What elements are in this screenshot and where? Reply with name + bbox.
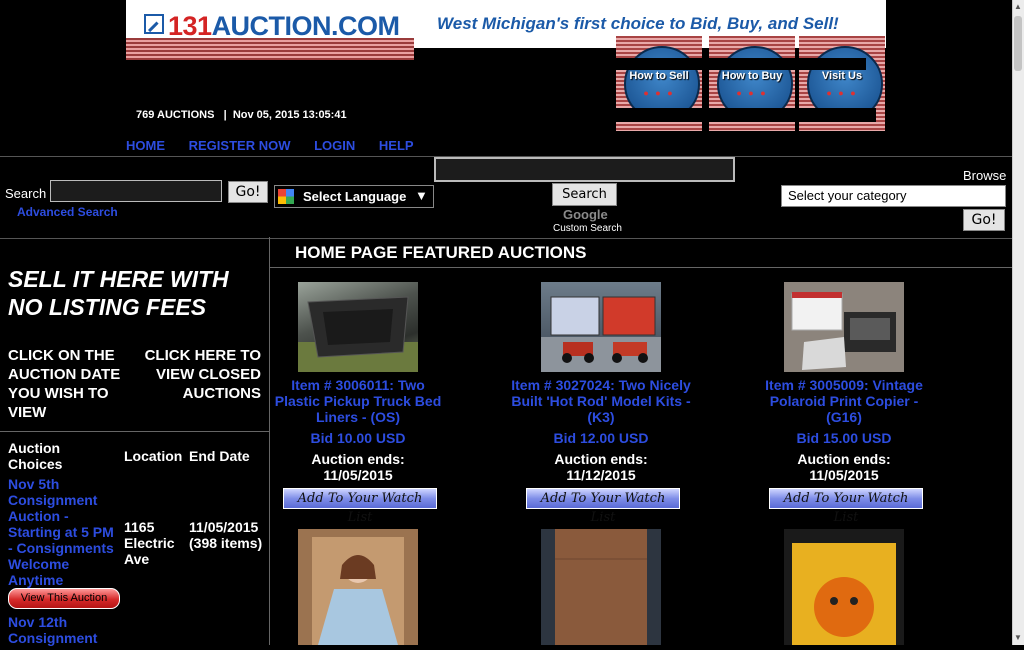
google-logo: Google (563, 207, 608, 222)
item-thumbnail[interactable] (298, 282, 418, 372)
item-ends: Auction ends: 11/12/2015 (511, 451, 691, 483)
item-thumbnail[interactable] (541, 282, 661, 372)
item-title-link[interactable]: Item # 3006011: Two Plastic Pickup Truck… (268, 377, 448, 425)
ends-date: 11/05/2015 (323, 467, 393, 483)
language-select[interactable]: Select Language ▼ (274, 185, 434, 208)
item-ends: Auction ends: 11/05/2015 (754, 451, 934, 483)
item-thumbnail[interactable] (298, 529, 418, 645)
custom-search-label: Custom Search (553, 223, 622, 234)
scroll-thumb[interactable] (1014, 16, 1022, 71)
item-bid: Bid 10.00 USD (310, 430, 406, 446)
item-thumbnail[interactable] (784, 529, 904, 645)
click-date-instruction: CLICK ON THE AUCTION DATE YOU WISH TO VI… (8, 347, 121, 421)
auction-location: 1165 Electric Ave (124, 519, 175, 567)
scroll-up-icon[interactable]: ▲ (1013, 2, 1023, 11)
item-title-link[interactable]: Item # 3005009: Vintage Polaroid Print C… (754, 377, 934, 425)
browse-go-button[interactable]: Go! (963, 209, 1005, 231)
nav-home[interactable]: HOME (126, 138, 165, 153)
sidebar-divider (0, 431, 269, 432)
search-label: Search (5, 186, 47, 201)
language-label: Select Language (303, 189, 407, 204)
chevron-down-icon: ▼ (415, 188, 428, 203)
promo-divider (616, 108, 876, 122)
nav-login[interactable]: LOGIN (314, 138, 355, 153)
ends-label: Auction ends: (311, 451, 405, 467)
status-line: 769 AUCTIONS | Nov 05, 2015 13:05:41 (136, 109, 347, 121)
truck-bed-liner-image (298, 296, 418, 372)
logo-arrow-icon (144, 14, 164, 34)
nav-help[interactable]: HELP (379, 138, 414, 153)
status-separator: | (223, 109, 227, 121)
col-header-choices: Auction Choices (8, 440, 63, 472)
porcelain-doll-image (298, 529, 418, 645)
featured-divider (270, 267, 1012, 268)
ends-date: 11/05/2015 (809, 467, 879, 483)
promo-label: How to Buy (721, 70, 783, 82)
tagline: West Michigan's first choice to Bid, Buy… (437, 14, 839, 33)
item-ends: Auction ends: 11/05/2015 (268, 451, 448, 483)
ends-label: Auction ends: (797, 451, 891, 467)
category-select[interactable]: Select your category (781, 185, 1006, 207)
auction-link[interactable]: Nov 12th Consignment (8, 614, 120, 646)
auction-link[interactable]: Nov 5th Consignment Auction - Starting a… (8, 476, 120, 588)
item-thumbnail[interactable] (784, 282, 904, 372)
add-watch-list-button[interactable]: Add To Your Watch List (283, 488, 437, 525)
google-translate-icon (278, 189, 294, 204)
auction-end-date: 11/05/2015 (398 items) (189, 519, 263, 551)
current-datetime: Nov 05, 2015 13:05:41 (232, 109, 347, 121)
promo-label: Visit Us (821, 70, 863, 82)
halloween-item-image (784, 529, 904, 645)
site-logo[interactable]: 131AUCTION.COM (168, 10, 400, 42)
promo-label: How to Sell (629, 70, 689, 82)
item-bid: Bid 12.00 USD (553, 430, 649, 446)
add-watch-list-button[interactable]: Add To Your Watch List (769, 488, 923, 525)
search-input[interactable] (50, 180, 222, 202)
vertical-scrollbar[interactable] (1012, 0, 1024, 645)
featured-title: HOME PAGE FEATURED AUCTIONS (295, 243, 587, 262)
ends-date: 11/12/2015 (566, 467, 636, 483)
logo-domain: AUCTION.COM (211, 11, 400, 41)
wood-panel-image (541, 529, 661, 645)
top-nav: HOME REGISTER NOW LOGIN HELP (126, 138, 434, 153)
sell-heading: SELL IT HERE WITH NO LISTING FEES (8, 266, 229, 320)
add-watch-list-button[interactable]: Add To Your Watch List (526, 488, 680, 525)
logo-number: 131 (168, 11, 212, 41)
promo-dots-icon: ● ● ● (643, 88, 675, 98)
nav-register[interactable]: REGISTER NOW (189, 138, 291, 153)
closed-auctions-link[interactable]: CLICK HERE TO VIEW CLOSED AUCTIONS (140, 346, 261, 403)
ends-label: Auction ends: (554, 451, 648, 467)
google-search-button[interactable]: Search (552, 183, 617, 206)
browse-label: Browse (963, 168, 1007, 183)
promo-dots-icon: ● ● ● (826, 88, 858, 98)
promo-divider (616, 58, 866, 70)
item-title-link[interactable]: Item # 3027024: Two Nicely Built 'Hot Ro… (511, 377, 691, 425)
model-kits-image (541, 296, 661, 372)
scroll-down-icon[interactable]: ▼ (1013, 633, 1023, 642)
item-thumbnail[interactable] (541, 529, 661, 645)
advanced-search-link[interactable]: Advanced Search (17, 205, 118, 219)
auction-count: 769 AUCTIONS (136, 109, 215, 121)
google-search-input[interactable] (434, 157, 735, 182)
promo-dots-icon: ● ● ● (736, 88, 768, 98)
item-bid: Bid 15.00 USD (796, 430, 892, 446)
polaroid-copier-image (784, 282, 904, 372)
view-auction-button[interactable]: View This Auction (8, 588, 120, 609)
col-header-location: Location (124, 448, 183, 464)
col-header-end-date: End Date (189, 448, 250, 464)
search-go-button[interactable]: Go! (228, 181, 268, 203)
